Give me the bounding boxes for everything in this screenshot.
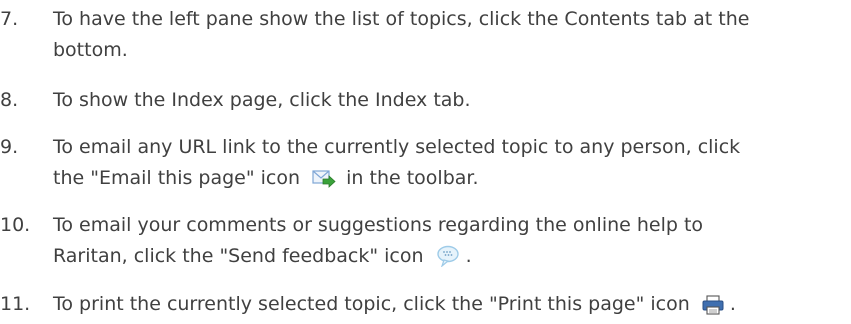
step-text: To print the currently selected topic, c… [53, 289, 843, 320]
step-text: To have the left pane show the list of t… [53, 4, 843, 66]
step-line: To show the Index page, click the Index … [53, 89, 471, 111]
step-line: the "Email this page" icon in the toolba… [53, 163, 843, 194]
step-text-before-icon: the "Email this page" icon [53, 167, 301, 189]
step-number: 7. [0, 8, 19, 30]
step-number: 9. [0, 136, 19, 158]
step-line: To email any URL link to the currently s… [53, 136, 741, 158]
step-text-after-icon: in the toolbar. [346, 167, 479, 189]
step-line: To print the currently selected topic, c… [53, 289, 843, 320]
step-text-after-icon: . [465, 245, 472, 267]
step-line: bottom. [53, 39, 128, 61]
feedback-speech-bubble-icon [436, 245, 460, 267]
step-text-before-icon: To print the currently selected topic, c… [53, 293, 690, 315]
step-text-after-icon: . [729, 293, 736, 315]
step-line: To have the left pane show the list of t… [53, 8, 750, 30]
step-text-before-icon: Raritan, click the "Send feedback" icon [53, 245, 424, 267]
step-number: 8. [0, 89, 19, 111]
email-page-icon [312, 169, 336, 189]
step-line: Raritan, click the "Send feedback" icon [53, 241, 843, 272]
help-document: 7. To have the left pane show the list o… [0, 0, 851, 324]
step-line: To email your comments or suggestions re… [53, 214, 704, 236]
step-number: 10. [0, 214, 31, 236]
printer-icon [702, 295, 724, 315]
step-text: To email your comments or suggestions re… [53, 210, 843, 272]
step-number: 11. [0, 293, 31, 315]
step-text: To email any URL link to the currently s… [53, 132, 843, 194]
step-text: To show the Index page, click the Index … [53, 85, 843, 116]
